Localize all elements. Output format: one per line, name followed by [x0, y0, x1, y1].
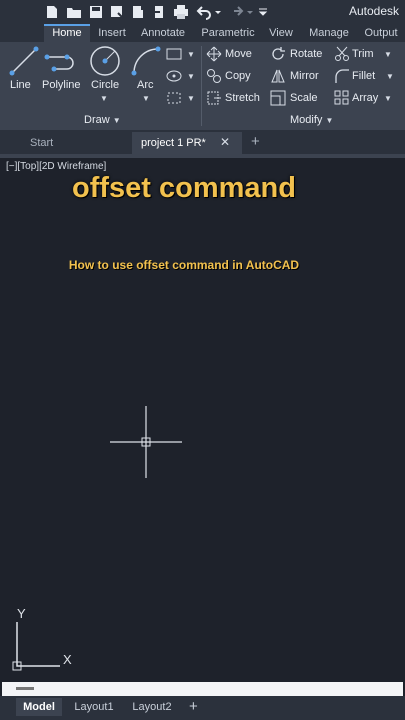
tab-manage[interactable]: Manage	[304, 24, 354, 42]
array-icon[interactable]	[334, 90, 350, 106]
new-icon[interactable]	[44, 4, 60, 20]
tab-insert[interactable]: Insert	[92, 24, 132, 42]
redo-dropdown-icon[interactable]	[246, 4, 254, 20]
ucs-y-label: Y	[17, 606, 26, 621]
doc-tab-project-label: project 1 PR*	[141, 137, 206, 149]
save-as-icon[interactable]	[109, 4, 125, 20]
draw-panel-expand-icon[interactable]: ▼	[113, 116, 121, 125]
doc-tab-start[interactable]: Start	[0, 132, 128, 154]
trim-tool-label[interactable]: Trim	[352, 48, 374, 60]
app-title: Autodesk	[348, 4, 399, 18]
stretch-icon[interactable]	[206, 90, 222, 106]
move-icon[interactable]	[206, 46, 222, 62]
add-layout-icon[interactable]: +	[189, 698, 198, 715]
mirror-tool-label[interactable]: Mirror	[290, 70, 319, 82]
ucs-x-label: X	[63, 652, 72, 667]
ribbon-tabs: Home Insert Annotate Parametric View Man…	[0, 24, 405, 42]
polyline-tool-label[interactable]: Polyline	[42, 79, 81, 91]
tab-parametric[interactable]: Parametric	[198, 24, 258, 42]
arc-dropdown-icon[interactable]: ▼	[142, 94, 150, 103]
circle-icon[interactable]	[88, 44, 122, 78]
tab-annotate[interactable]: Annotate	[136, 24, 190, 42]
redo-icon[interactable]	[228, 4, 244, 20]
overlay-subtitle: How to use offset command in AutoCAD	[68, 258, 300, 272]
mirror-icon[interactable]	[270, 68, 286, 84]
stretch-tool-label[interactable]: Stretch	[225, 92, 260, 104]
new-tab-icon[interactable]: +	[251, 133, 260, 150]
command-line[interactable]	[2, 682, 403, 696]
layout-tab-model[interactable]: Model	[16, 698, 62, 716]
move-tool-label[interactable]: Move	[225, 48, 252, 60]
draw-panel-label: Draw	[84, 114, 110, 126]
modify-panel-expand-icon[interactable]: ▼	[325, 116, 333, 125]
trim-dropdown-icon[interactable]: ▼	[384, 50, 392, 59]
command-line-grip[interactable]	[16, 687, 34, 690]
rotate-tool-label[interactable]: Rotate	[290, 48, 322, 60]
draw-panel-footer[interactable]: Draw ▼	[84, 112, 121, 128]
close-tab-icon[interactable]: ✕	[220, 135, 230, 149]
line-icon[interactable]	[8, 45, 40, 77]
upload-icon[interactable]	[130, 4, 146, 20]
rectangle-dropdown-icon[interactable]: ▼	[187, 50, 195, 59]
layout-tab-layout1[interactable]: Layout1	[68, 698, 120, 716]
circle-dropdown-icon[interactable]: ▼	[100, 94, 108, 103]
modify-panel-footer[interactable]: Modify ▼	[290, 112, 333, 128]
overlay-title: offset command	[72, 172, 296, 204]
fillet-tool-label[interactable]: Fillet	[352, 70, 375, 82]
array-tool-label[interactable]: Array	[352, 92, 378, 104]
arc-icon[interactable]	[130, 45, 162, 77]
autocad-window: Autodesk Home Insert Annotate Parametric…	[0, 0, 405, 720]
modify-panel-label: Modify	[290, 114, 323, 126]
rectangle-icon[interactable]	[166, 48, 182, 60]
tab-view[interactable]: View	[266, 24, 296, 42]
undo-icon[interactable]	[196, 4, 212, 20]
customize-icon[interactable]	[258, 4, 268, 20]
array-dropdown-icon[interactable]: ▼	[384, 94, 392, 103]
copy-tool-label[interactable]: Copy	[225, 70, 251, 82]
tab-home[interactable]: Home	[44, 24, 90, 42]
quick-access-toolbar: Autodesk	[0, 0, 405, 24]
polyline-icon[interactable]	[44, 45, 78, 77]
scale-tool-label[interactable]: Scale	[290, 92, 318, 104]
copy-icon[interactable]	[206, 68, 222, 84]
hatch-dropdown-icon[interactable]: ▼	[187, 72, 195, 81]
open-icon[interactable]	[66, 4, 82, 20]
tab-output[interactable]: Output	[360, 24, 402, 42]
layout-tab-layout2[interactable]: Layout2	[126, 698, 178, 716]
fillet-dropdown-icon[interactable]: ▼	[386, 72, 394, 81]
layout-tabs: Model Layout1 Layout2 +	[0, 696, 405, 720]
circle-tool-label[interactable]: Circle	[91, 79, 119, 91]
undo-dropdown-icon[interactable]	[214, 4, 222, 20]
fillet-icon[interactable]	[334, 68, 350, 84]
trim-icon[interactable]	[334, 46, 350, 62]
export-icon[interactable]	[151, 4, 167, 20]
scale-icon[interactable]	[270, 90, 286, 106]
boundary-dropdown-icon[interactable]: ▼	[187, 94, 195, 103]
hatch-icon[interactable]	[166, 69, 182, 83]
viewport-controls[interactable]: [−][Top][2D Wireframe]	[6, 161, 106, 172]
ribbon-separator	[201, 46, 202, 126]
print-icon[interactable]	[173, 4, 189, 20]
document-tabs: Start project 1 PR* ✕ +	[0, 130, 405, 154]
boundary-icon[interactable]	[166, 91, 182, 105]
crosshair-cursor	[110, 406, 182, 478]
arc-tool-label[interactable]: Arc	[137, 79, 154, 91]
save-icon[interactable]	[88, 4, 104, 20]
line-tool-label[interactable]: Line	[10, 79, 31, 91]
rotate-icon[interactable]	[270, 46, 286, 62]
